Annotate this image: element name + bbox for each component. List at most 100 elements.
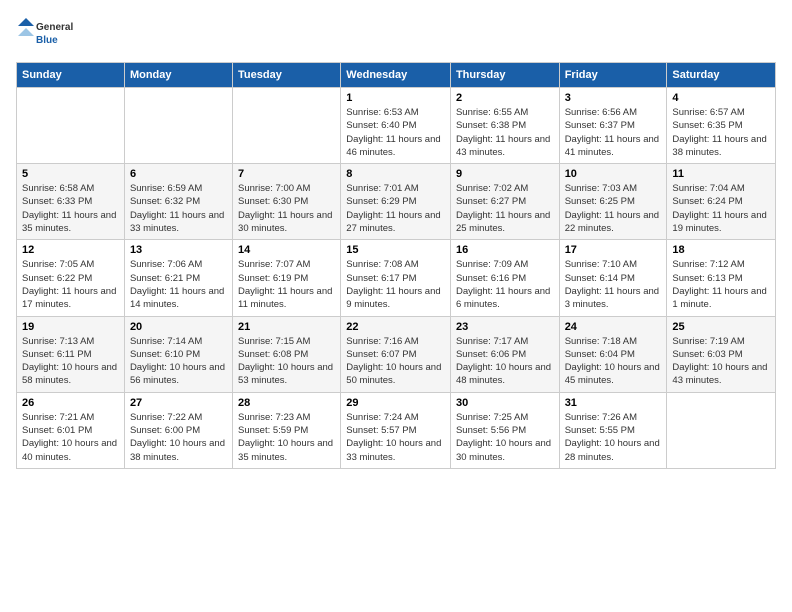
day-info: Sunrise: 7:08 AM Sunset: 6:17 PM Dayligh… xyxy=(346,258,445,311)
day-number: 25 xyxy=(672,321,770,333)
day-info: Sunrise: 7:25 AM Sunset: 5:56 PM Dayligh… xyxy=(456,411,554,464)
svg-text:Blue: Blue xyxy=(36,35,58,46)
day-number: 19 xyxy=(22,321,119,333)
day-cell: 20 Sunrise: 7:14 AM Sunset: 6:10 PM Dayli… xyxy=(124,316,232,392)
day-cell: 31 Sunrise: 7:26 AM Sunset: 5:55 PM Dayli… xyxy=(559,392,667,468)
day-cell: 3 Sunrise: 6:56 AM Sunset: 6:37 PM Daylig… xyxy=(559,88,667,164)
day-cell xyxy=(667,392,776,468)
day-cell: 28 Sunrise: 7:23 AM Sunset: 5:59 PM Dayli… xyxy=(233,392,341,468)
day-number: 22 xyxy=(346,321,445,333)
day-info: Sunrise: 6:59 AM Sunset: 6:32 PM Dayligh… xyxy=(130,182,227,235)
day-info: Sunrise: 7:09 AM Sunset: 6:16 PM Dayligh… xyxy=(456,258,554,311)
header: General Blue xyxy=(16,16,776,52)
day-info: Sunrise: 7:07 AM Sunset: 6:19 PM Dayligh… xyxy=(238,258,335,311)
day-number: 30 xyxy=(456,397,554,409)
day-info: Sunrise: 7:24 AM Sunset: 5:57 PM Dayligh… xyxy=(346,411,445,464)
day-cell: 6 Sunrise: 6:59 AM Sunset: 6:32 PM Daylig… xyxy=(124,164,232,240)
day-number: 23 xyxy=(456,321,554,333)
day-number: 14 xyxy=(238,244,335,256)
day-number: 10 xyxy=(565,168,662,180)
col-header-monday: Monday xyxy=(124,63,232,88)
day-info: Sunrise: 7:14 AM Sunset: 6:10 PM Dayligh… xyxy=(130,335,227,388)
day-info: Sunrise: 7:13 AM Sunset: 6:11 PM Dayligh… xyxy=(22,335,119,388)
day-number: 11 xyxy=(672,168,770,180)
calendar-header-row: SundayMondayTuesdayWednesdayThursdayFrid… xyxy=(17,63,776,88)
day-info: Sunrise: 7:17 AM Sunset: 6:06 PM Dayligh… xyxy=(456,335,554,388)
week-row-4: 19 Sunrise: 7:13 AM Sunset: 6:11 PM Dayli… xyxy=(17,316,776,392)
day-cell: 10 Sunrise: 7:03 AM Sunset: 6:25 PM Dayli… xyxy=(559,164,667,240)
day-number: 29 xyxy=(346,397,445,409)
day-number: 4 xyxy=(672,92,770,104)
day-info: Sunrise: 7:05 AM Sunset: 6:22 PM Dayligh… xyxy=(22,258,119,311)
day-cell: 14 Sunrise: 7:07 AM Sunset: 6:19 PM Dayli… xyxy=(233,240,341,316)
day-number: 1 xyxy=(346,92,445,104)
day-cell: 24 Sunrise: 7:18 AM Sunset: 6:04 PM Dayli… xyxy=(559,316,667,392)
week-row-3: 12 Sunrise: 7:05 AM Sunset: 6:22 PM Dayli… xyxy=(17,240,776,316)
day-cell: 2Sunrise: 6:55 AM Sunset: 6:38 PM Daylig… xyxy=(450,88,559,164)
day-info: Sunrise: 7:01 AM Sunset: 6:29 PM Dayligh… xyxy=(346,182,445,235)
day-info: Sunrise: 7:15 AM Sunset: 6:08 PM Dayligh… xyxy=(238,335,335,388)
day-cell xyxy=(17,88,125,164)
day-cell: 19 Sunrise: 7:13 AM Sunset: 6:11 PM Dayli… xyxy=(17,316,125,392)
day-cell xyxy=(233,88,341,164)
day-number: 9 xyxy=(456,168,554,180)
day-cell: 4 Sunrise: 6:57 AM Sunset: 6:35 PM Daylig… xyxy=(667,88,776,164)
day-cell: 17 Sunrise: 7:10 AM Sunset: 6:14 PM Dayli… xyxy=(559,240,667,316)
day-number: 8 xyxy=(346,168,445,180)
day-number: 24 xyxy=(565,321,662,333)
day-info: Sunrise: 6:53 AM Sunset: 6:40 PM Dayligh… xyxy=(346,106,445,159)
day-info: Sunrise: 7:21 AM Sunset: 6:01 PM Dayligh… xyxy=(22,411,119,464)
day-number: 7 xyxy=(238,168,335,180)
logo: General Blue xyxy=(16,16,76,52)
day-number: 28 xyxy=(238,397,335,409)
week-row-1: 1 Sunrise: 6:53 AM Sunset: 6:40 PM Daylig… xyxy=(17,88,776,164)
day-cell: 7Sunrise: 7:00 AM Sunset: 6:30 PM Daylig… xyxy=(233,164,341,240)
day-info: Sunrise: 7:26 AM Sunset: 5:55 PM Dayligh… xyxy=(565,411,662,464)
day-info: Sunrise: 7:04 AM Sunset: 6:24 PM Dayligh… xyxy=(672,182,770,235)
day-number: 15 xyxy=(346,244,445,256)
day-number: 26 xyxy=(22,397,119,409)
logo-svg: General Blue xyxy=(16,16,76,52)
day-info: Sunrise: 6:58 AM Sunset: 6:33 PM Dayligh… xyxy=(22,182,119,235)
day-info: Sunrise: 7:06 AM Sunset: 6:21 PM Dayligh… xyxy=(130,258,227,311)
day-cell: 16 Sunrise: 7:09 AM Sunset: 6:16 PM Dayli… xyxy=(450,240,559,316)
day-number: 5 xyxy=(22,168,119,180)
day-info: Sunrise: 7:10 AM Sunset: 6:14 PM Dayligh… xyxy=(565,258,662,311)
day-cell: 29 Sunrise: 7:24 AM Sunset: 5:57 PM Dayli… xyxy=(341,392,451,468)
day-cell: 5 Sunrise: 6:58 AM Sunset: 6:33 PM Daylig… xyxy=(17,164,125,240)
col-header-wednesday: Wednesday xyxy=(341,63,451,88)
col-header-tuesday: Tuesday xyxy=(233,63,341,88)
week-row-5: 26 Sunrise: 7:21 AM Sunset: 6:01 PM Dayli… xyxy=(17,392,776,468)
day-number: 12 xyxy=(22,244,119,256)
day-cell: 18 Sunrise: 7:12 AM Sunset: 6:13 PM Dayli… xyxy=(667,240,776,316)
calendar-table: SundayMondayTuesdayWednesdayThursdayFrid… xyxy=(16,62,776,469)
day-info: Sunrise: 7:02 AM Sunset: 6:27 PM Dayligh… xyxy=(456,182,554,235)
day-number: 6 xyxy=(130,168,227,180)
day-info: Sunrise: 7:16 AM Sunset: 6:07 PM Dayligh… xyxy=(346,335,445,388)
day-cell: 11 Sunrise: 7:04 AM Sunset: 6:24 PM Dayli… xyxy=(667,164,776,240)
day-cell: 21 Sunrise: 7:15 AM Sunset: 6:08 PM Dayli… xyxy=(233,316,341,392)
day-info: Sunrise: 6:55 AM Sunset: 6:38 PM Dayligh… xyxy=(456,106,554,159)
day-cell: 8 Sunrise: 7:01 AM Sunset: 6:29 PM Daylig… xyxy=(341,164,451,240)
day-number: 18 xyxy=(672,244,770,256)
col-header-saturday: Saturday xyxy=(667,63,776,88)
day-info: Sunrise: 7:03 AM Sunset: 6:25 PM Dayligh… xyxy=(565,182,662,235)
day-cell: 1 Sunrise: 6:53 AM Sunset: 6:40 PM Daylig… xyxy=(341,88,451,164)
day-cell: 15 Sunrise: 7:08 AM Sunset: 6:17 PM Dayli… xyxy=(341,240,451,316)
day-info: Sunrise: 7:12 AM Sunset: 6:13 PM Dayligh… xyxy=(672,258,770,311)
col-header-sunday: Sunday xyxy=(17,63,125,88)
day-cell: 22 Sunrise: 7:16 AM Sunset: 6:07 PM Dayli… xyxy=(341,316,451,392)
day-info: Sunrise: 7:23 AM Sunset: 5:59 PM Dayligh… xyxy=(238,411,335,464)
week-row-2: 5 Sunrise: 6:58 AM Sunset: 6:33 PM Daylig… xyxy=(17,164,776,240)
day-number: 17 xyxy=(565,244,662,256)
day-number: 20 xyxy=(130,321,227,333)
day-cell: 13Sunrise: 7:06 AM Sunset: 6:21 PM Dayli… xyxy=(124,240,232,316)
day-info: Sunrise: 6:57 AM Sunset: 6:35 PM Dayligh… xyxy=(672,106,770,159)
day-number: 21 xyxy=(238,321,335,333)
day-cell: 23 Sunrise: 7:17 AM Sunset: 6:06 PM Dayli… xyxy=(450,316,559,392)
day-info: Sunrise: 6:56 AM Sunset: 6:37 PM Dayligh… xyxy=(565,106,662,159)
day-number: 16 xyxy=(456,244,554,256)
day-number: 3 xyxy=(565,92,662,104)
day-number: 31 xyxy=(565,397,662,409)
day-info: Sunrise: 7:18 AM Sunset: 6:04 PM Dayligh… xyxy=(565,335,662,388)
